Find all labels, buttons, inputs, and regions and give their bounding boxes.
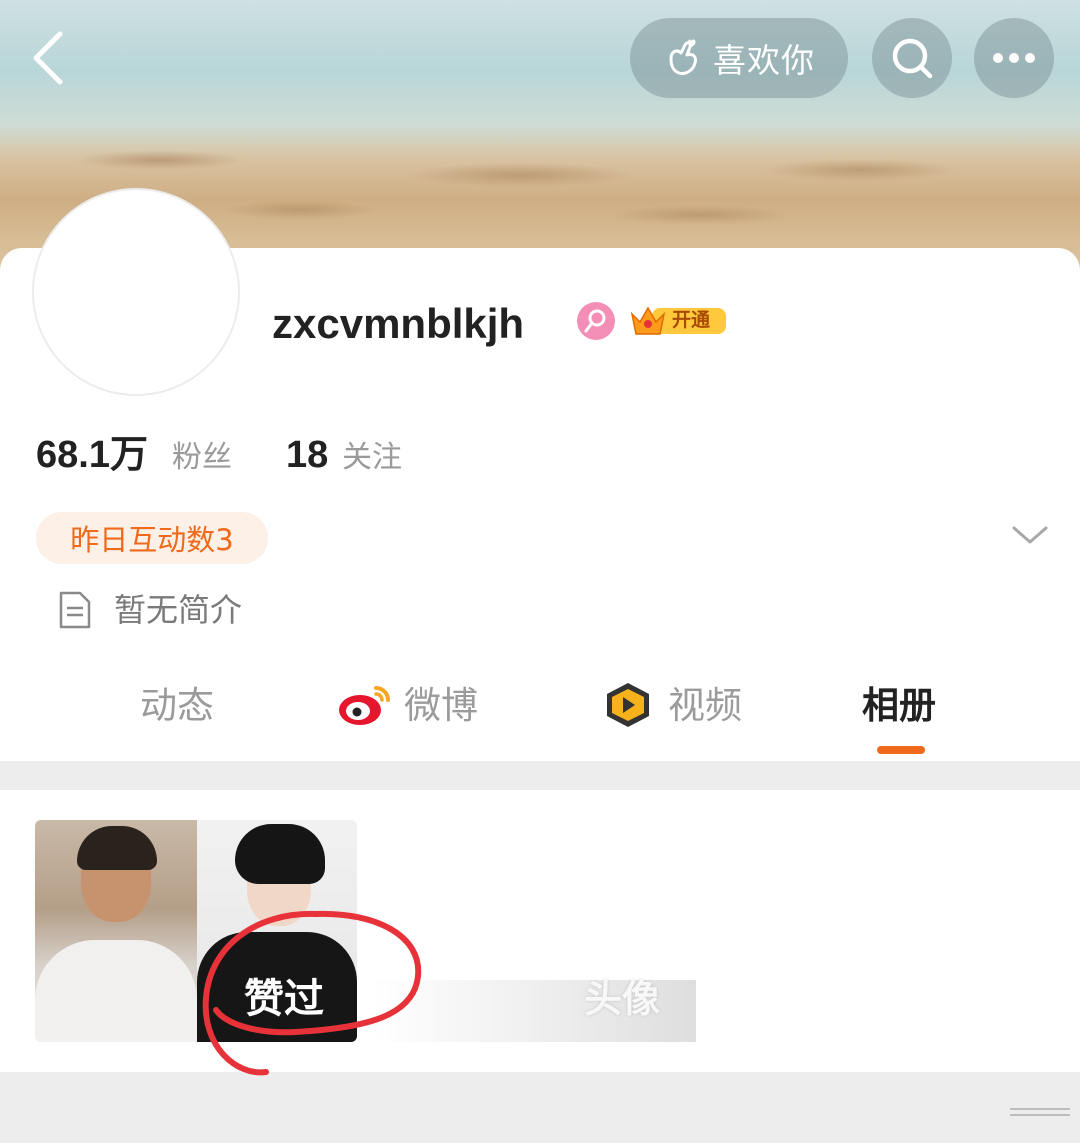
video-play-icon [600,680,656,730]
tab-video[interactable]: 视频 [668,682,742,730]
like-you-button[interactable]: 喜欢你 [630,18,848,98]
followers-label[interactable]: 粉丝 [172,438,232,478]
avatar[interactable] [34,190,238,394]
photo-hair [77,826,157,870]
username: zxcvmnblkjh [272,300,525,347]
back-button[interactable] [28,30,68,86]
following-label[interactable]: 关注 [342,438,402,478]
album-photo [35,820,197,1042]
photo-shirt [35,940,197,1042]
chevron-left-icon [33,31,63,85]
tab-weibo[interactable]: 微博 [404,682,478,730]
avatar-album-label: 头像 [584,977,661,1021]
active-tab-indicator [877,746,925,754]
expand-button[interactable] [1010,520,1050,550]
weibo-logo-icon [336,680,394,728]
photo-hair [235,824,325,884]
search-icon [892,38,933,79]
chevron-down-icon [1012,526,1048,544]
tab-posts[interactable]: 动态 [140,682,214,730]
bio-text: 暂无简介 [114,591,243,629]
more-options-button[interactable] [974,18,1054,98]
following-count[interactable]: 18 [286,430,328,480]
annotation-circle [202,910,422,1076]
more-icon [993,53,1035,63]
like-you-label: 喜欢你 [713,41,815,80]
search-button[interactable] [872,18,952,98]
document-icon [58,590,92,630]
interaction-badge[interactable]: 昨日互动数3 [36,512,268,564]
tab-album[interactable]: 相册 [862,682,936,730]
vip-open-label: 开通 [672,309,711,331]
hand-heart-icon [669,39,697,75]
female-icon [577,302,615,340]
watermark-icon [1010,1108,1070,1116]
followers-count[interactable]: 68.1万 [36,430,148,480]
